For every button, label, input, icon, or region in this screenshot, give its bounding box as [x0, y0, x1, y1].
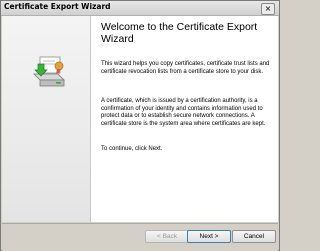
- close-icon: ×: [264, 4, 272, 13]
- cancel-button[interactable]: Cancel: [232, 230, 276, 243]
- title-bar[interactable]: Certificate Export Wizard ×: [1, 1, 279, 16]
- button-bar: < Back Next > Cancel: [2, 223, 278, 251]
- certificate-description: A certificate, which is issued by a cert…: [101, 98, 266, 127]
- certificate-export-icon: [30, 52, 70, 92]
- close-button[interactable]: ×: [261, 3, 275, 15]
- wizard-side-panel: [2, 16, 91, 222]
- window-title: Certificate Export Wizard: [4, 2, 111, 11]
- continue-instruction: To continue, click Next.: [101, 146, 163, 152]
- wizard-content: Welcome to the Certificate Export Wizard…: [91, 16, 278, 222]
- wizard-heading: Welcome to the Certificate Export Wizard: [101, 21, 258, 45]
- next-button[interactable]: Next >: [187, 230, 231, 243]
- back-button[interactable]: < Back: [145, 230, 189, 243]
- wizard-window: Certificate Export Wizard × Welcome to t…: [0, 0, 280, 251]
- intro-paragraph: This wizard helps you copy certificates,…: [101, 61, 270, 75]
